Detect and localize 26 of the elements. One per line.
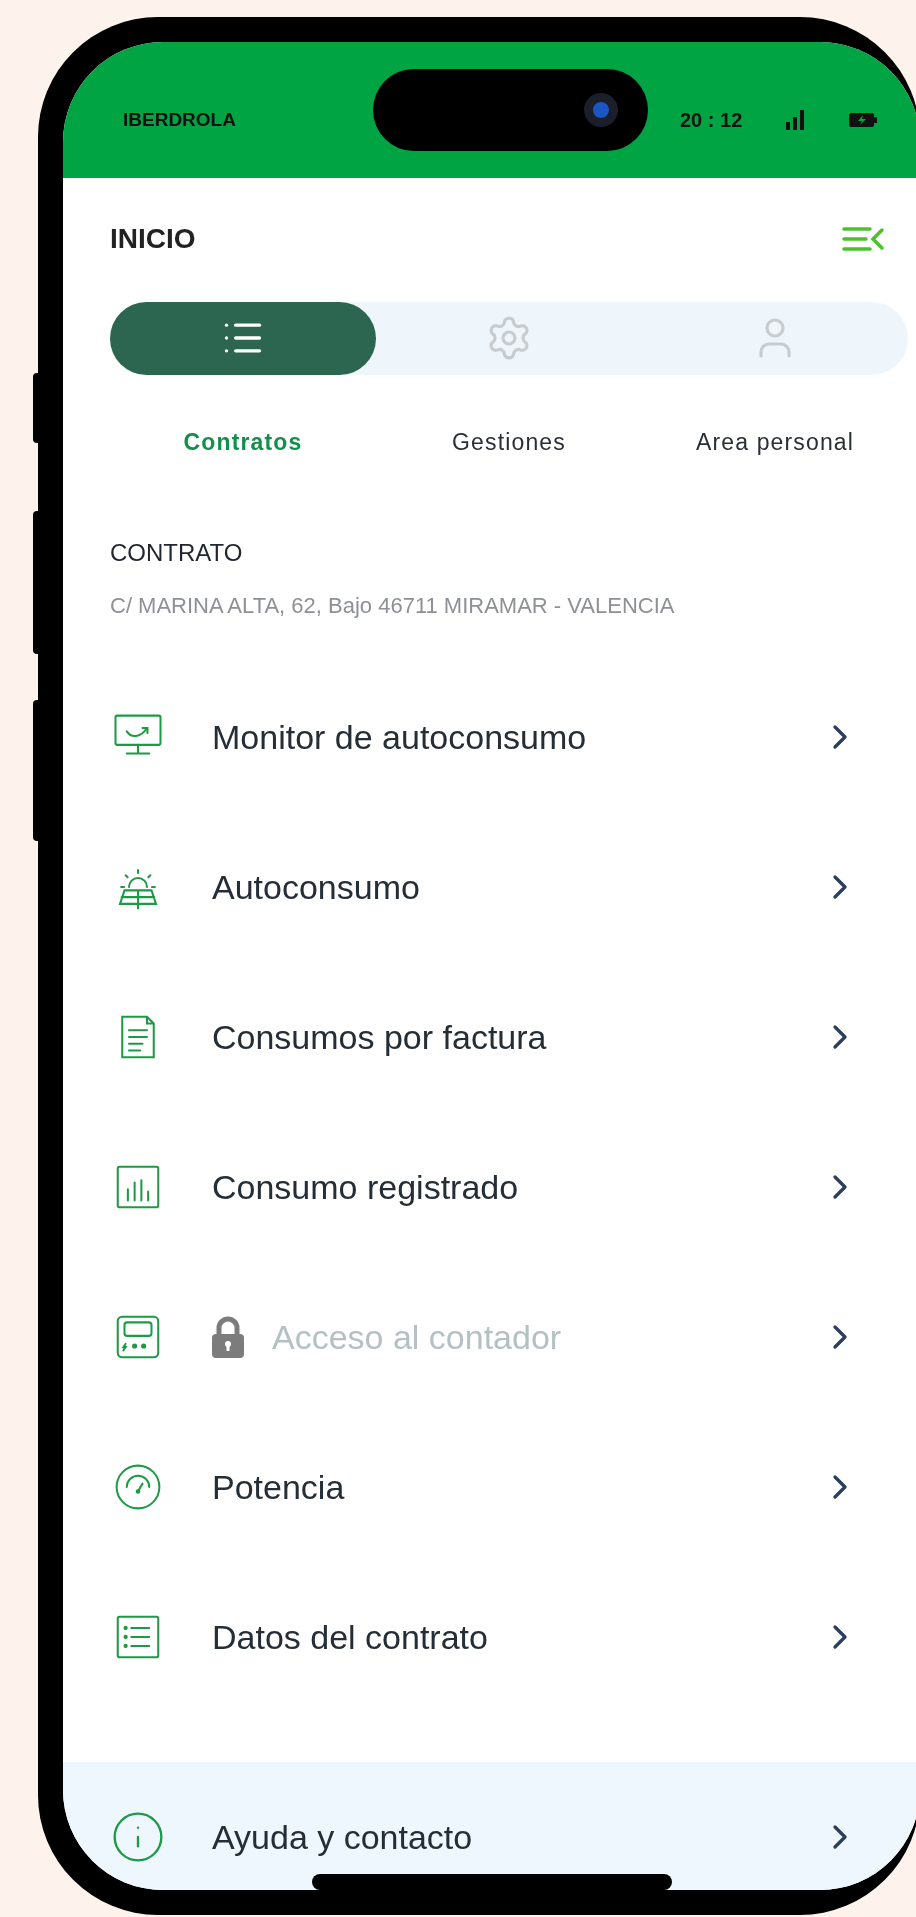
menu-item-label: Monitor de autoconsumo xyxy=(212,720,587,754)
menu-item[interactable]: Monitor de autoconsumo xyxy=(63,662,916,812)
menu-item-label: Autoconsumo xyxy=(212,870,420,904)
lock-icon xyxy=(210,1315,246,1359)
menu-item[interactable]: Potencia xyxy=(63,1412,916,1562)
menu-item-label: Datos del contrato xyxy=(212,1620,488,1654)
menu-item-label: Acceso al contador xyxy=(272,1320,562,1354)
menu-item-label: Consumos por factura xyxy=(212,1020,547,1054)
page-title: INICIO xyxy=(110,222,196,256)
tab-label[interactable]: Contratos xyxy=(183,424,303,459)
menu-collapse-icon[interactable] xyxy=(841,224,885,254)
menu-item-label: Consumo registrado xyxy=(212,1170,519,1204)
carrier-name: IBERDROLA xyxy=(123,107,237,132)
menu-item[interactable]: Consumos por factura xyxy=(63,962,916,1112)
menu-item[interactable]: Datos del contrato xyxy=(63,1562,916,1712)
tab-label[interactable]: Area personal xyxy=(695,424,855,459)
camera-lens-icon xyxy=(584,93,618,127)
menu-item-label: Ayuda y contacto xyxy=(212,1820,473,1854)
menu-item-label: Potencia xyxy=(212,1470,345,1504)
menu-item[interactable]: Consumo registrado xyxy=(63,1112,916,1262)
contract-address: C/ MARINA ALTA, 62, Bajo 46711 MIRAMAR - VALENCIA xyxy=(110,592,676,620)
menu-item[interactable]: Autoconsumo xyxy=(63,812,916,962)
contract-heading: CONTRATO xyxy=(110,538,244,568)
battery-charging-icon xyxy=(848,111,879,129)
clock-time: 20 : 12 xyxy=(680,108,743,133)
tab-label[interactable]: Gestiones xyxy=(452,424,566,459)
